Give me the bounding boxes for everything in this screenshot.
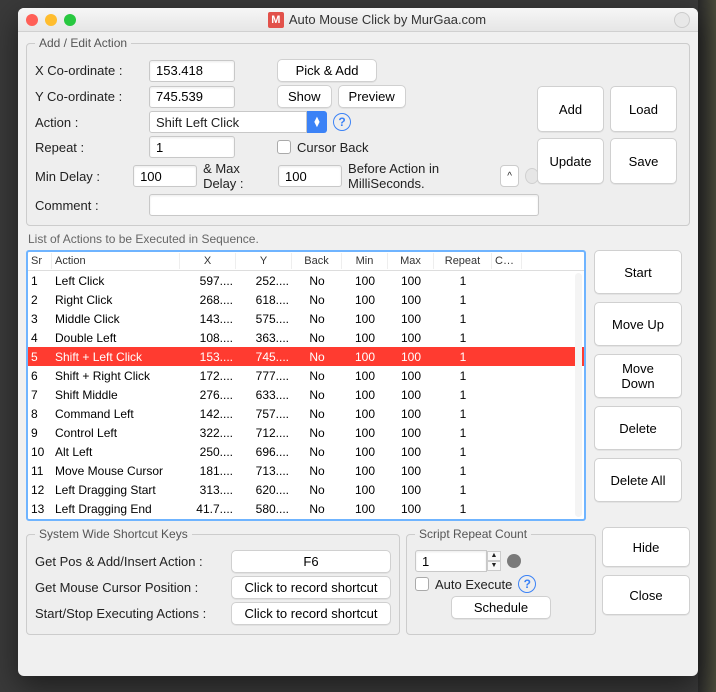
scrollbar[interactable] [575,273,582,517]
auto-execute-checkbox[interactable] [415,577,429,591]
x-input[interactable] [149,60,235,82]
add-edit-group: Add / Edit Action X Co-ordinate : Pick &… [26,36,690,226]
repeat-label: Repeat : [35,140,143,155]
status-dot-icon [507,554,521,568]
getpos-shortcut-button[interactable]: F6 [231,550,391,573]
show-button[interactable]: Show [277,85,332,108]
app-window: M Auto Mouse Click by MurGaa.com Add / E… [18,8,698,676]
maxdelay-label: & Max Delay : [203,161,272,191]
x-label: X Co-ordinate : [35,63,143,78]
auto-execute-label: Auto Execute [435,577,512,592]
mindelay-input[interactable] [133,165,197,187]
maxdelay-input[interactable] [278,165,342,187]
stepper-down-icon[interactable]: ▼ [487,561,501,571]
move-up-button[interactable]: Move Up [594,302,682,346]
app-icon: M [268,12,284,28]
pick-add-button[interactable]: Pick & Add [277,59,377,82]
action-select-value: Shift Left Click [149,111,307,133]
table-row[interactable]: 10Alt Left250....696....No1001001 [28,442,584,461]
titlebar[interactable]: M Auto Mouse Click by MurGaa.com [18,8,698,32]
delete-button[interactable]: Delete [594,406,682,450]
repeat-input[interactable] [149,136,235,158]
move-down-button[interactable]: Move Down [594,354,682,398]
schedule-button[interactable]: Schedule [451,596,551,619]
repeat-count-input[interactable] [415,550,487,572]
table-row[interactable]: 13Left Dragging End41.7....580....No1001… [28,499,584,518]
repeat-group: Script Repeat Count ▲▼ Auto Execute ? Sc… [406,527,596,635]
table-row[interactable]: 11Move Mouse Cursor181....713....No10010… [28,461,584,480]
table-row[interactable]: 4Double Left108....363....No1001001 [28,328,584,347]
help-icon[interactable]: ? [333,113,351,131]
cursor-back-label: Cursor Back [297,140,369,155]
repeat-legend: Script Repeat Count [415,527,531,541]
table-row[interactable]: 6Shift + Right Click172....777....No1001… [28,366,584,385]
minimize-icon[interactable] [45,14,57,26]
table-header: SrActionXYBackMinMaxRepeatC… [28,252,584,271]
list-label: List of Actions to be Executed in Sequen… [28,232,688,246]
expand-button[interactable]: ^ [500,165,519,187]
table-row[interactable]: 12Left Dragging Start313....620....No100… [28,480,584,499]
update-button[interactable]: Update [537,138,604,184]
getpos-label: Get Pos & Add/Insert Action : [35,554,225,569]
table-row[interactable]: 7Shift Middle276....633....No1001001 [28,385,584,404]
toolbar-overflow-icon[interactable] [674,12,690,28]
window-title: Auto Mouse Click by MurGaa.com [289,12,486,27]
getcursor-shortcut-button[interactable]: Click to record shortcut [231,576,391,599]
repeat-count-stepper[interactable]: ▲▼ [415,550,501,572]
action-select[interactable]: Shift Left Click ▲▼ [149,111,327,133]
table-row[interactable]: 8Command Left142....757....No1001001 [28,404,584,423]
y-input[interactable] [149,86,235,108]
table-row[interactable]: 2Right Click268....618....No1001001 [28,290,584,309]
shortcuts-group: System Wide Shortcut Keys Get Pos & Add/… [26,527,400,635]
action-table[interactable]: SrActionXYBackMinMaxRepeatC… 1Left Click… [26,250,586,521]
delete-all-button[interactable]: Delete All [594,458,682,502]
table-row[interactable]: 9Control Left322....712....No1001001 [28,423,584,442]
getcursor-label: Get Mouse Cursor Position : [35,580,225,595]
chevron-updown-icon[interactable]: ▲▼ [307,111,327,133]
table-row[interactable]: 1Left Click597....252....No1001001 [28,271,584,290]
comment-input[interactable] [149,194,539,216]
cursor-back-checkbox[interactable] [277,140,291,154]
save-button[interactable]: Save [610,138,677,184]
zoom-icon[interactable] [64,14,76,26]
table-row[interactable]: 5Shift + Left Click153....745....No10010… [28,347,584,366]
table-row[interactable]: 3Middle Click143....575....No1001001 [28,309,584,328]
startstop-label: Start/Stop Executing Actions : [35,606,225,621]
preview-button[interactable]: Preview [338,85,406,108]
hide-button[interactable]: Hide [602,527,690,567]
startstop-shortcut-button[interactable]: Click to record shortcut [231,602,391,625]
action-label: Action : [35,115,143,130]
help-icon[interactable]: ? [518,575,536,593]
shortcuts-legend: System Wide Shortcut Keys [35,527,192,541]
close-icon[interactable] [26,14,38,26]
add-edit-legend: Add / Edit Action [35,36,131,50]
mindelay-label: Min Delay : [35,169,127,184]
comment-label: Comment : [35,198,143,213]
add-button[interactable]: Add [537,86,604,132]
start-button[interactable]: Start [594,250,682,294]
load-button[interactable]: Load [610,86,677,132]
stepper-up-icon[interactable]: ▲ [487,551,501,561]
delay-suffix: Before Action in MilliSeconds. [348,161,494,191]
close-button[interactable]: Close [602,575,690,615]
y-label: Y Co-ordinate : [35,89,143,104]
